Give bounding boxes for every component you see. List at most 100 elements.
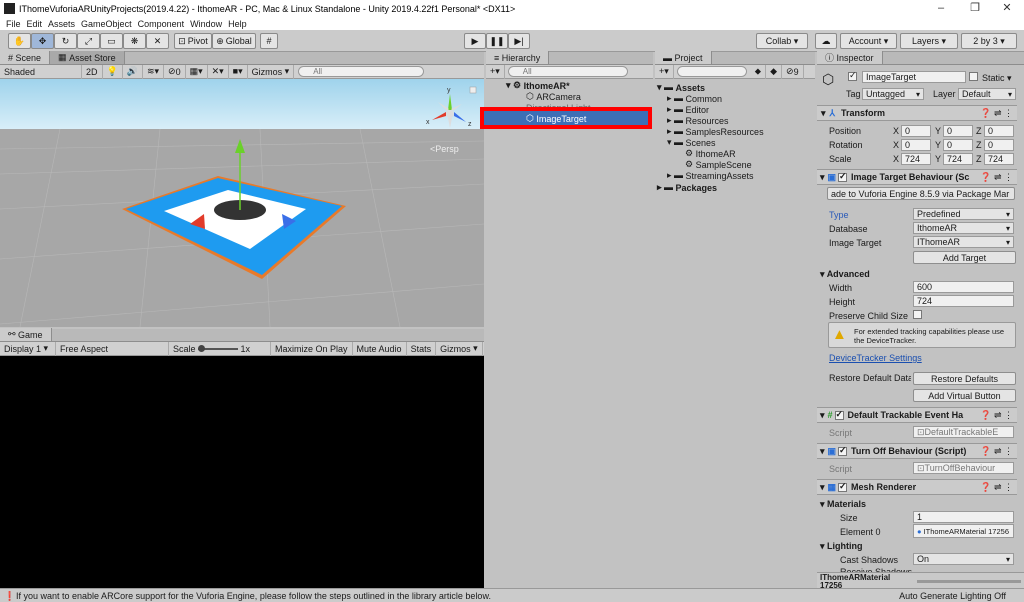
type-dropdown[interactable]: Predefined xyxy=(913,208,1014,220)
element-0-field[interactable]: ● IThomeARMaterial 17256 xyxy=(913,524,1014,538)
restore-defaults-button[interactable]: Restore Defaults xyxy=(913,372,1016,385)
status-message[interactable]: If you want to enable ARCore support for… xyxy=(16,591,491,601)
tab-game[interactable]: ⚯ Game xyxy=(0,328,52,341)
persp-label[interactable]: <Persp xyxy=(430,144,459,154)
mesh-renderer-header[interactable]: ▾▦ Mesh Renderer ❓ ⇌ ⋮ xyxy=(817,479,1017,495)
hierarchy-item-imagetarget[interactable]: ⬡ ImageTarget xyxy=(526,113,586,124)
maximize-button[interactable]: ❐ xyxy=(958,0,992,17)
component-enabled-checkbox[interactable] xyxy=(834,409,844,420)
folder-resources[interactable]: ▸ ▬ Resources xyxy=(667,115,729,126)
folder-common[interactable]: ▸ ▬ Common xyxy=(667,93,722,104)
device-tracker-link[interactable]: DeviceTracker Settings xyxy=(829,353,922,363)
hand-tool-icon[interactable]: ✋ xyxy=(8,33,31,49)
object-name-field[interactable]: ImageTarget xyxy=(862,71,966,83)
lighting-toggle-icon[interactable]: 💡 xyxy=(103,64,123,79)
cloud-icon[interactable]: ☁ xyxy=(815,33,837,49)
collab-button[interactable]: Collab ▾ xyxy=(756,33,808,49)
scene-viewport[interactable]: x z y <Persp xyxy=(0,79,484,327)
scale-thumb[interactable] xyxy=(198,344,206,352)
audio-toggle-icon[interactable]: 🔊 xyxy=(123,64,143,79)
project-create-button[interactable]: +▾ xyxy=(655,64,674,79)
maximize-on-play-toggle[interactable]: Maximize On Play xyxy=(271,341,353,356)
stats-toggle[interactable]: Stats xyxy=(407,341,437,356)
lighting-foldout[interactable]: ▾ Lighting xyxy=(820,541,863,552)
tools-icon[interactable]: ✕▾ xyxy=(208,64,229,79)
filter-label-icon[interactable]: ◆ xyxy=(766,64,783,79)
tab-asset-store[interactable]: ▦ Asset Store xyxy=(50,51,125,64)
component-enabled-checkbox[interactable] xyxy=(838,445,848,456)
component-enabled-checkbox[interactable] xyxy=(838,171,848,182)
tab-scene[interactable]: # Scene xyxy=(0,51,51,64)
lighting-status[interactable]: Auto Generate Lighting Off xyxy=(899,591,1006,601)
component-menu-icon[interactable]: ❓ ⇌ ⋮ xyxy=(980,410,1013,421)
menu-edit[interactable]: Edit xyxy=(27,19,43,29)
game-viewport[interactable] xyxy=(0,356,484,588)
rotate-tool-icon[interactable]: ↻ xyxy=(54,33,77,49)
materials-foldout[interactable]: ▾ Materials xyxy=(820,499,866,510)
position-z-field[interactable]: 0 xyxy=(984,125,1014,137)
position-y-field[interactable]: 0 xyxy=(943,125,973,137)
add-target-button[interactable]: Add Target xyxy=(913,251,1016,264)
menu-window[interactable]: Window xyxy=(190,19,222,29)
materials-size-field[interactable]: 1 xyxy=(913,511,1014,523)
grid-toggle-icon[interactable]: ▦▾ xyxy=(186,64,208,79)
mute-audio-toggle[interactable]: Mute Audio xyxy=(353,341,407,356)
rect-tool-icon[interactable]: ▭ xyxy=(100,33,123,49)
aspect-dropdown[interactable]: Free Aspect xyxy=(56,341,169,356)
active-checkbox[interactable] xyxy=(848,70,861,83)
transform-header[interactable]: ▾ ⅄ Transform ❓ ⇌ ⋮ xyxy=(817,105,1017,121)
turn-off-behaviour-header[interactable]: ▾▣ Turn Off Behaviour (Script) ❓ ⇌ ⋮ xyxy=(817,443,1017,459)
rotation-z-field[interactable]: 0 xyxy=(984,139,1014,151)
tab-hierarchy[interactable]: ≡ Hierarchy xyxy=(486,51,550,64)
camera-icon[interactable]: ■▾ xyxy=(229,64,248,79)
project-search-input[interactable] xyxy=(676,66,747,77)
custom-tool-icon[interactable]: ✕ xyxy=(146,33,169,49)
layers-dropdown[interactable]: Layers ▾ xyxy=(900,33,958,49)
folder-samplesresources[interactable]: ▸ ▬ SamplesResources xyxy=(667,126,764,137)
scale-slider[interactable]: Scale 1x xyxy=(169,341,271,356)
database-dropdown[interactable]: IthomeAR xyxy=(913,222,1014,234)
preserve-child-size-checkbox[interactable] xyxy=(913,310,926,321)
width-field[interactable]: 600 xyxy=(913,281,1014,293)
component-menu-icon[interactable]: ❓ ⇌ ⋮ xyxy=(980,446,1013,457)
add-virtual-button-button[interactable]: Add Virtual Button xyxy=(913,389,1016,402)
snap-icon[interactable]: # xyxy=(260,33,278,49)
hierarchy-create-button[interactable]: +▾ xyxy=(486,64,505,79)
position-x-field[interactable]: 0 xyxy=(901,125,931,137)
shading-dropdown[interactable]: Shaded xyxy=(0,64,82,79)
filter-type-icon[interactable]: ⬥ xyxy=(751,64,767,79)
image-target-dropdown[interactable]: IThomeAR xyxy=(913,236,1014,248)
transform-tool-icon[interactable]: ❋ xyxy=(123,33,146,49)
component-menu-icon[interactable]: ❓ ⇌ ⋮ xyxy=(980,108,1013,119)
menu-help[interactable]: Help xyxy=(228,19,247,29)
folder-editor[interactable]: ▸ ▬ Editor xyxy=(667,104,709,115)
menu-file[interactable]: File xyxy=(6,19,21,29)
tab-project[interactable]: ▬ Project xyxy=(655,51,712,64)
folder-streamingassets[interactable]: ▸ ▬ StreamingAssets xyxy=(667,170,754,181)
cast-shadows-dropdown[interactable]: On xyxy=(913,553,1014,565)
scene-search-input[interactable]: All xyxy=(298,66,425,77)
scale-tool-icon[interactable]: ⤢ xyxy=(77,33,100,49)
step-button[interactable]: ▶| xyxy=(508,33,530,49)
folder-scenes[interactable]: ▾ ▬ Scenes xyxy=(667,137,716,148)
material-preview-bar[interactable]: IThomeARMaterial 17256 xyxy=(817,572,1024,590)
pivot-toggle[interactable]: ⊡ Pivot xyxy=(174,33,212,49)
preview-resize-handle[interactable] xyxy=(917,580,1021,583)
upgrade-button[interactable]: ade to Vuforia Engine 8.5.9 via Package … xyxy=(827,187,1015,200)
game-gizmos-dropdown[interactable]: Gizmos ▾ xyxy=(436,341,483,356)
effects-dropdown-icon[interactable]: ≋▾ xyxy=(143,64,165,79)
mode-2d-toggle[interactable]: 2D xyxy=(82,64,103,79)
component-menu-icon[interactable]: ❓ ⇌ ⋮ xyxy=(980,482,1013,493)
component-enabled-checkbox[interactable] xyxy=(838,481,848,492)
advanced-foldout[interactable]: ▾ Advanced xyxy=(820,269,870,280)
global-toggle[interactable]: ⊕ Global xyxy=(212,33,256,49)
play-button[interactable]: ▶ xyxy=(464,33,486,49)
scene-file-samplescene[interactable]: ⚙ SampleScene xyxy=(685,159,752,170)
minimize-button[interactable]: – xyxy=(924,0,958,17)
hidden-objects-toggle[interactable]: ⊘ 0 xyxy=(164,64,186,79)
menu-component[interactable]: Component xyxy=(138,19,185,29)
rotation-x-field[interactable]: 0 xyxy=(901,139,931,151)
image-target-behaviour-header[interactable]: ▾▣ Image Target Behaviour (Sc ❓ ⇌ ⋮ xyxy=(817,169,1017,185)
project-packages-root[interactable]: ▸ ▬ Packages xyxy=(657,182,717,193)
tag-dropdown[interactable]: Untagged xyxy=(862,88,924,100)
